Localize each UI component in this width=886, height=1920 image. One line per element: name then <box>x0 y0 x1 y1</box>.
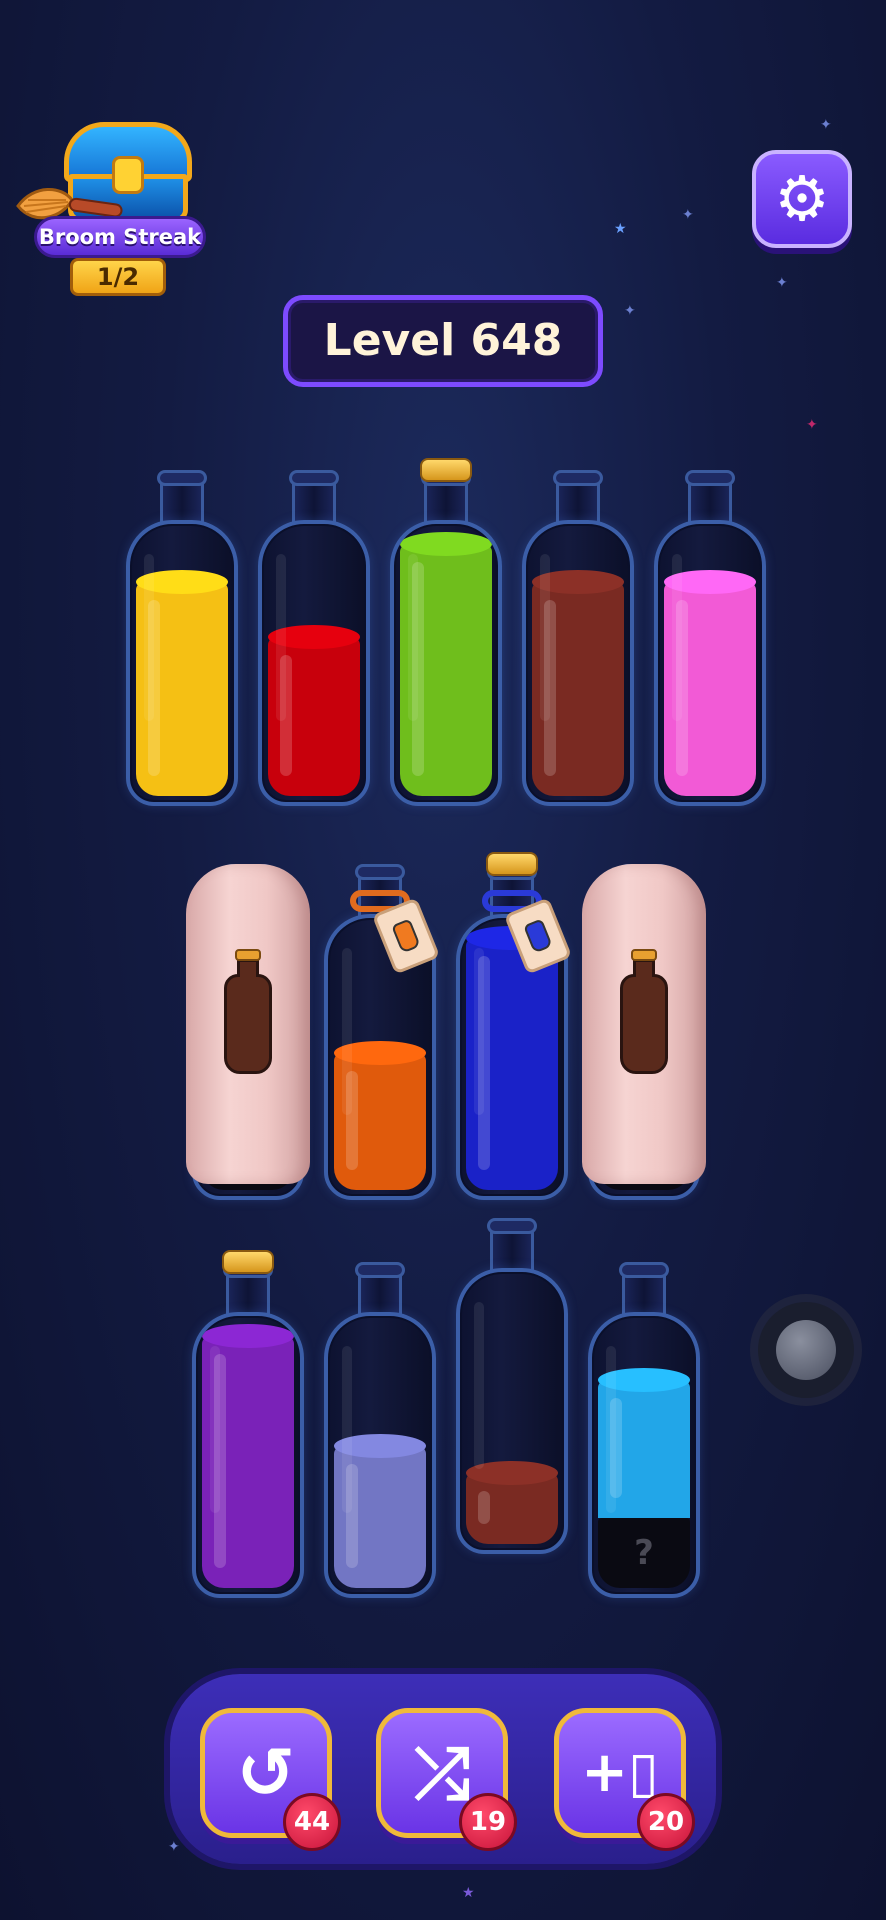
star-decoration: ✦ <box>820 117 832 133</box>
bottle-glass <box>522 520 634 806</box>
cork-icon <box>420 458 472 482</box>
covered-bottle[interactable] <box>582 864 706 1200</box>
bottle[interactable]: ? <box>588 1262 700 1598</box>
settings-button[interactable]: ⚙ <box>752 150 852 248</box>
cloth-cover <box>582 864 706 1184</box>
bottle-glass <box>258 520 370 806</box>
brown-bottle-icon <box>620 949 668 1074</box>
gear-icon: ⚙ <box>774 162 830 235</box>
star-decoration: ✦ <box>776 275 788 291</box>
bottle[interactable] <box>522 470 634 806</box>
star-decoration: ✦ <box>624 303 636 319</box>
bottle[interactable] <box>324 1262 436 1598</box>
cloth-cover <box>186 864 310 1184</box>
bottle-glass <box>126 520 238 806</box>
shuffle-icon: ⤮ <box>414 1732 470 1814</box>
add-bottle-count-badge: 20 <box>637 1793 695 1851</box>
add-bottle-button[interactable]: +▯ 20 <box>554 1708 695 1851</box>
undo-icon: ↺ <box>236 1732 296 1814</box>
liquid-layer <box>466 1473 558 1544</box>
assistive-touch-knob <box>776 1320 836 1380</box>
cork-icon <box>486 852 538 876</box>
bottle-glass <box>654 520 766 806</box>
bottle[interactable] <box>126 470 238 806</box>
star-decoration: ✦ <box>806 417 818 433</box>
shuffle-count-badge: 19 <box>459 1793 517 1851</box>
bottle[interactable] <box>192 1250 304 1598</box>
covered-bottle[interactable] <box>186 864 310 1200</box>
add-bottle-icon: +▯ <box>581 1740 659 1805</box>
level-title: Level 648 <box>283 295 603 387</box>
broom-streak-progress: 1/2 <box>70 258 166 296</box>
star-decoration: ★ <box>614 221 627 237</box>
bottle[interactable] <box>324 864 441 1200</box>
star-decoration: ✦ <box>682 207 694 223</box>
bottle-glass: ? <box>588 1312 700 1598</box>
bottle[interactable] <box>390 458 502 806</box>
powerup-toolbar: ↺ 44 ⤮ 19 +▯ 20 <box>170 1674 716 1864</box>
bottle[interactable] <box>258 470 370 806</box>
star-decoration: ✦ <box>168 1839 180 1855</box>
bottle[interactable] <box>456 1218 568 1554</box>
cork-icon <box>222 1250 274 1274</box>
broom-streak-label: Broom Streak <box>34 216 206 258</box>
bottle-glass <box>324 1312 436 1598</box>
broom-streak-widget[interactable]: Broom Streak 1/2 <box>14 118 210 304</box>
undo-button[interactable]: ↺ 44 <box>200 1708 341 1851</box>
undo-count-badge: 44 <box>283 1793 341 1851</box>
assistive-touch-button[interactable] <box>758 1302 854 1398</box>
bottle-glass <box>456 1268 568 1554</box>
brown-bottle-icon <box>224 949 272 1074</box>
bottle[interactable] <box>456 852 573 1200</box>
bottle-glass <box>192 1312 304 1598</box>
hidden-layer-question: ? <box>598 1518 690 1588</box>
shuffle-button[interactable]: ⤮ 19 <box>376 1708 517 1851</box>
bottle-glass <box>390 520 502 806</box>
star-decoration: ★ <box>462 1885 475 1901</box>
bottle[interactable] <box>654 470 766 806</box>
